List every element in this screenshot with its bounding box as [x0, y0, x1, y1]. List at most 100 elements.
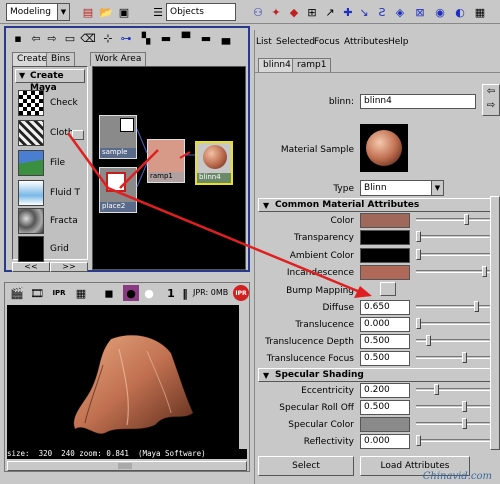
ambient-color-swatch[interactable] [360, 248, 410, 263]
slider-thumb[interactable] [462, 352, 467, 363]
snap-grid-icon[interactable]: ⊞ [304, 4, 320, 20]
section-specular-shading[interactable]: ▼ Specular Shading [258, 368, 494, 382]
reflectivity-field[interactable]: 0.000 [360, 434, 410, 449]
mode-menu[interactable]: Modeling ▼ [6, 3, 70, 21]
color-swatch[interactable] [360, 213, 410, 228]
object-icon[interactable]: ✦ [268, 4, 284, 20]
slider-thumb[interactable] [482, 266, 487, 277]
menu-attributes[interactable]: Attributes [344, 37, 388, 47]
snap-point-icon[interactable]: ✚ [340, 4, 356, 20]
bump-map-button[interactable] [380, 282, 396, 296]
translucence-field[interactable]: 0.000 [360, 317, 410, 332]
translucence-depth-slider[interactable] [416, 335, 494, 346]
color-slider[interactable] [416, 214, 494, 225]
blinn-name-field[interactable]: blinn4 [360, 94, 476, 109]
specular-color-swatch[interactable] [360, 417, 410, 432]
graph-layout-icon[interactable]: ▚ [138, 30, 154, 46]
translucence-depth-field[interactable]: 0.500 [360, 334, 410, 349]
menu-focus[interactable]: Focus [314, 37, 340, 47]
ipr-icon[interactable]: IPR [51, 285, 67, 301]
focus-arrows-button[interactable]: ⇦ ⇨ [482, 84, 500, 116]
tab-work-area[interactable]: Work Area [90, 52, 147, 66]
make-live-icon[interactable]: ◈ [392, 4, 408, 20]
diffuse-slider[interactable] [416, 301, 494, 312]
open-scene-icon[interactable]: 📂 [98, 4, 114, 20]
translucence-focus-slider[interactable] [416, 352, 494, 363]
tab-ramp1[interactable]: ramp1 [292, 58, 332, 72]
slider-thumb[interactable] [416, 231, 421, 242]
reflectivity-slider[interactable] [416, 435, 494, 446]
slider-thumb[interactable] [416, 249, 421, 260]
slider-thumb[interactable] [474, 301, 479, 312]
type-dropdown[interactable]: Blinn ▼ [360, 180, 444, 196]
scrollbar-thumb[interactable] [118, 463, 132, 469]
specular-color-slider[interactable] [416, 418, 494, 429]
slider-thumb[interactable] [416, 435, 421, 446]
render-h-scrollbar[interactable] [7, 461, 247, 471]
slider-thumb[interactable] [416, 318, 421, 329]
display-rgb-icon[interactable]: ◼ [101, 285, 117, 301]
section-common-material[interactable]: ▼ Common Material Attributes [258, 198, 494, 212]
render-settings-icon[interactable]: ▦ [472, 4, 488, 20]
hierarchy-icon[interactable]: ⚇ [250, 4, 266, 20]
snap-view-icon[interactable]: ↘ [356, 4, 372, 20]
list-item-fractal[interactable]: Fracta [18, 208, 80, 234]
display-channel-icon[interactable]: ● [123, 285, 139, 301]
slider-thumb[interactable] [434, 384, 439, 395]
scroll-right-button[interactable]: >> [50, 262, 88, 272]
list-scrollbar-thumb[interactable] [72, 130, 84, 140]
eccentricity-field[interactable]: 0.200 [360, 383, 410, 398]
tab-blinn4[interactable]: blinn4 [258, 58, 296, 72]
specular-roll-off-slider[interactable] [416, 401, 494, 412]
redo-render-icon[interactable]: 🎬 [9, 285, 25, 301]
snap-curve-icon[interactable]: ↗ [322, 4, 338, 20]
slider-thumb[interactable] [464, 214, 469, 225]
view-bottom-icon[interactable]: ▄ [218, 30, 234, 46]
selection-mask-icon[interactable]: ☰ [150, 4, 166, 20]
view-icon[interactable]: ▬ [158, 30, 174, 46]
eccentricity-slider[interactable] [416, 384, 494, 395]
diffuse-field[interactable]: 0.650 [360, 300, 410, 315]
create-maya-header[interactable]: ▼ Create Maya [15, 69, 85, 93]
list-item-file[interactable]: File [18, 150, 80, 176]
scroll-left-button[interactable]: << [12, 262, 50, 272]
translucence-slider[interactable] [416, 318, 494, 329]
list-item-fluid[interactable]: Fluid T [18, 180, 80, 206]
slider-thumb[interactable] [462, 401, 467, 412]
slider-thumb[interactable] [426, 335, 431, 346]
save-scene-icon[interactable]: ▣ [116, 4, 132, 20]
select-button[interactable]: Select [258, 456, 354, 476]
list-item-grid[interactable]: Grid [18, 236, 80, 262]
menu-help[interactable]: Help [388, 37, 409, 47]
incandescence-slider[interactable] [416, 266, 494, 277]
eraser-icon[interactable]: ⌫ [80, 30, 96, 46]
attr-v-scrollbar[interactable] [490, 196, 500, 450]
ipr-render-icon[interactable]: ◐ [452, 4, 468, 20]
component-icon[interactable]: ◆ [286, 4, 302, 20]
translucence-focus-field[interactable]: 0.500 [360, 351, 410, 366]
render-frame-icon[interactable]: ◉ [432, 4, 448, 20]
arrow-right-icon[interactable]: ⇨ [44, 30, 60, 46]
transparency-slider[interactable] [416, 231, 494, 242]
transparency-swatch[interactable] [360, 230, 410, 245]
list-item-check[interactable]: Check [18, 90, 80, 116]
tear-off-icon[interactable]: ▭ [62, 30, 78, 46]
view-top-icon[interactable]: ▀ [178, 30, 194, 46]
view-split-icon[interactable]: ▬ [198, 30, 214, 46]
snapshot-icon[interactable]: ▦ [73, 285, 89, 301]
snap-surface-icon[interactable]: Ƨ [374, 4, 390, 20]
list-item-cloth[interactable]: Cloth [18, 120, 80, 146]
display-alpha-icon[interactable]: ● [141, 285, 157, 301]
render-region-icon[interactable]: 🎞 [29, 285, 45, 301]
graph-icon[interactable]: ▪ [10, 30, 26, 46]
menu-selected[interactable]: Selected [276, 37, 315, 47]
slider-thumb[interactable] [462, 418, 467, 429]
ambient-color-slider[interactable] [416, 249, 494, 260]
menu-list[interactable]: List [256, 37, 272, 47]
tab-bins[interactable]: Bins [46, 52, 76, 66]
specular-roll-off-field[interactable]: 0.500 [360, 400, 410, 415]
output-connections-icon[interactable]: ⊶ [118, 30, 134, 46]
history-icon[interactable]: ⊠ [412, 4, 428, 20]
incandescence-swatch[interactable] [360, 265, 410, 280]
objects-menu[interactable]: Objects [166, 3, 236, 21]
